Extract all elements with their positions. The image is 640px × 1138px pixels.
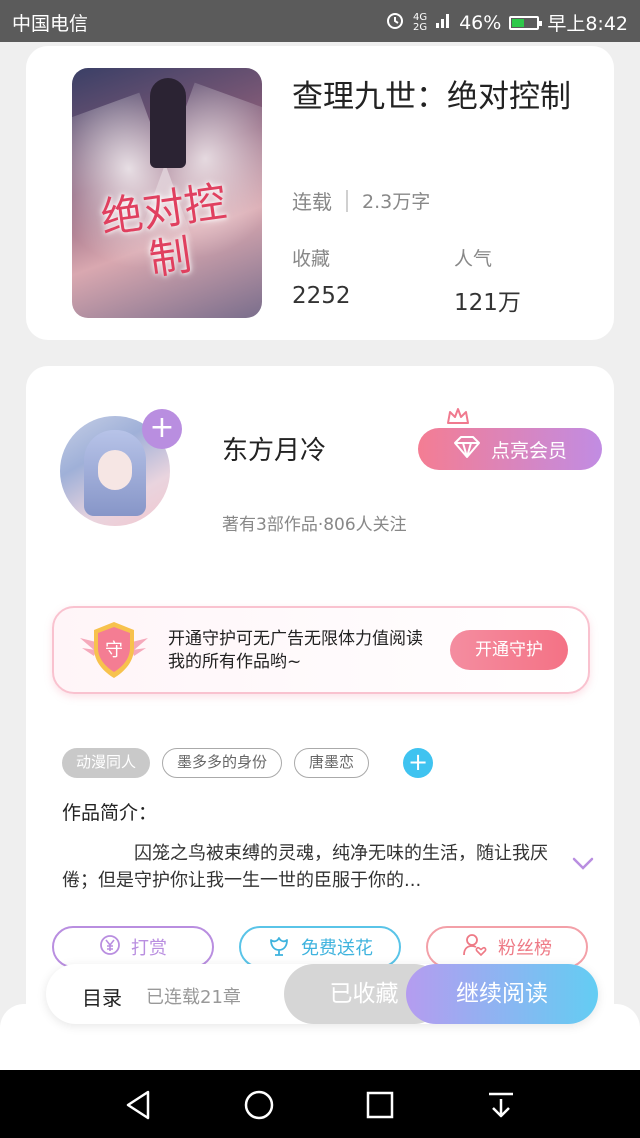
bottom-action-bar: 目录 已连载21章 已收藏 继续阅读	[46, 964, 598, 1024]
follow-author-button[interactable]: +	[142, 409, 182, 449]
back-icon[interactable]	[122, 1088, 156, 1122]
stat-favorites: 收藏 2252	[292, 244, 351, 309]
stat-label: 人气	[454, 248, 493, 270]
signal-icon	[435, 11, 451, 34]
book-meta: 连载 2.3万字	[292, 186, 430, 215]
book-title: 查理九世：绝对控制	[292, 79, 571, 115]
system-nav-bar	[0, 1070, 640, 1138]
status-bar: 中国电信 4G 2G 46% 早上8:42	[0, 0, 640, 42]
crown-icon	[446, 406, 470, 430]
stat-value: 121万	[454, 290, 521, 316]
book-card: 绝对控制 查理九世：绝对控制 连载 2.3万字 收藏 2252 人气 121万	[26, 46, 614, 340]
network-type-bottom: 2G	[412, 21, 428, 33]
tag-list: 动漫同人 墨多多的身份 唐墨恋 +	[62, 748, 434, 778]
vip-button[interactable]: 点亮会员	[418, 428, 602, 470]
tip-button-label: 打赏	[131, 938, 167, 959]
divider	[346, 189, 348, 212]
tag-item[interactable]: 动漫同人	[62, 748, 151, 778]
status-indicators: 4G 2G 46% 早上8:42	[385, 9, 628, 36]
avatar-face	[98, 450, 132, 490]
carrier-name: 中国电信	[12, 13, 89, 35]
book-cover[interactable]: 绝对控制	[72, 68, 262, 318]
guard-text: 开通守护可无广告无限体力值阅读我的所有作品哟~	[168, 629, 423, 672]
vip-button-label: 点亮会员	[490, 439, 567, 462]
cover-figure	[150, 78, 186, 168]
battery-level	[512, 18, 525, 27]
book-word-count: 2.3万字	[362, 191, 431, 213]
stat-label: 收藏	[292, 248, 331, 270]
author-name[interactable]: 东方月冷	[222, 430, 326, 467]
network-type-top: 4G	[412, 11, 428, 23]
continue-reading-button[interactable]: 继续阅读	[406, 964, 598, 1024]
stat-popularity: 人气 121万	[454, 244, 521, 317]
flower-icon	[267, 934, 291, 961]
plus-icon: +	[407, 748, 429, 776]
clock: 早上8:42	[547, 13, 628, 35]
guard-banner[interactable]: 守 开通守护可无广告无限体力值阅读我的所有作品哟~ 开通守护	[52, 606, 590, 694]
battery-percent: 46%	[459, 11, 502, 34]
chevron-down-icon[interactable]	[572, 856, 594, 875]
toc-button[interactable]: 目录	[82, 982, 122, 1011]
chapter-count: 已连载21章	[146, 987, 241, 1008]
home-icon[interactable]	[242, 1088, 276, 1122]
stat-value: 2252	[292, 283, 351, 309]
open-guard-button[interactable]: 开通守护	[450, 630, 568, 670]
intro-text: 囚笼之鸟被束缚的灵魂，纯净无味的生活，随让我厌倦；但是守护你让我一生一世的臣服于…	[62, 843, 548, 891]
tag-item[interactable]: 墨多多的身份	[162, 748, 283, 778]
fans-rank-button[interactable]: 粉丝榜	[426, 926, 588, 968]
battery-icon	[509, 15, 543, 30]
user-heart-icon	[462, 933, 488, 962]
send-flower-button[interactable]: 免费送花	[239, 926, 401, 968]
shield-icon: 守	[76, 620, 152, 684]
alarm-icon	[385, 10, 405, 35]
coin-icon	[99, 934, 121, 961]
shield-char: 守	[105, 640, 123, 661]
add-tag-button[interactable]: +	[403, 748, 434, 778]
fans-rank-label: 粉丝榜	[498, 938, 552, 959]
notification-pull-icon[interactable]	[484, 1088, 518, 1122]
author-info: 著有3部作品·806人关注	[222, 515, 407, 535]
book-status: 连载	[292, 190, 332, 214]
diamond-icon	[453, 435, 481, 464]
intro-label: 作品简介：	[62, 802, 158, 824]
send-flower-label: 免费送花	[301, 938, 373, 959]
recents-icon[interactable]	[363, 1088, 397, 1122]
plus-icon: +	[149, 410, 175, 445]
tag-item[interactable]: 唐墨恋	[294, 748, 370, 778]
network-type: 4G 2G	[412, 11, 428, 33]
tip-button[interactable]: 打赏	[52, 926, 214, 968]
